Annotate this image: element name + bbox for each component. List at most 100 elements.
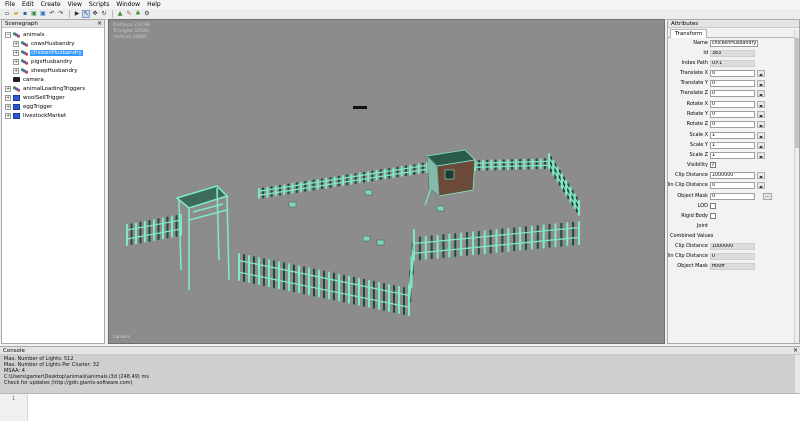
new-file-icon[interactable]: ▫ — [3, 10, 11, 18]
tree-node-pigs-husbandry[interactable]: + pigsHusbandry — [2, 57, 104, 66]
id-field: 383 — [710, 50, 755, 57]
scale-z-arrows-icon[interactable]: ◂▸ — [757, 152, 765, 159]
transform-node-icon — [21, 49, 28, 56]
attr-translate-y-label: Translate Y — [680, 80, 708, 86]
close-icon[interactable]: × — [793, 347, 798, 355]
rotate-icon[interactable]: ↻ — [100, 10, 108, 18]
tree-node-chicken-husbandry[interactable]: + chickenHusbandry — [2, 48, 104, 57]
rotate-x-field[interactable]: 0 — [710, 101, 755, 108]
attributes-title-text: Attributes — [671, 21, 699, 27]
expand-icon[interactable]: + — [13, 58, 19, 65]
attr-rigid-body-label: Rigid Body — [681, 213, 708, 219]
scale-x-field[interactable]: 1 — [710, 132, 755, 139]
terrain-icon[interactable]: ▲ — [116, 10, 124, 18]
translate-z-field[interactable]: 0 — [710, 90, 755, 97]
tree-node-animals[interactable]: − animals — [2, 30, 104, 39]
rotate-y-field[interactable]: 0 — [710, 111, 755, 118]
open-folder-icon[interactable]: ▰ — [12, 10, 20, 18]
menu-scripts[interactable]: Scripts — [89, 0, 110, 9]
attr-joint-label: Joint — [696, 223, 708, 229]
object-mask-field[interactable]: 0 — [710, 193, 755, 200]
attributes-scroll-thumb[interactable] — [795, 38, 799, 148]
import-icon[interactable]: ▣ — [30, 10, 38, 18]
menu-window[interactable]: Window — [116, 0, 140, 9]
scenegraph-panel: Scenegraph × − animals + cowsHusbandry + chic… — [1, 19, 105, 344]
save-icon[interactable]: ▪ — [21, 10, 29, 18]
3d-viewport[interactable]: Distance 233.98 Triangles 15926 Vertices… — [108, 19, 665, 344]
expand-icon[interactable]: + — [13, 67, 19, 74]
lod-checkbox[interactable] — [710, 203, 716, 209]
console-title-text: Console — [3, 348, 25, 354]
attr-combined-min-clip-distance-row: Min Clip Distance 0 — [668, 252, 792, 261]
scale-z-field[interactable]: 1 — [710, 152, 755, 159]
line-number-gutter: 1 — [0, 394, 28, 421]
tree-node-label: pigsHusbandry — [31, 58, 73, 65]
expand-icon[interactable]: + — [13, 40, 19, 47]
expand-icon[interactable]: + — [5, 94, 11, 101]
tree-node-wool-sell-trigger[interactable]: + woolSellTrigger — [2, 93, 104, 102]
tree-node-label: eggTrigger — [23, 103, 53, 110]
rigid-body-checkbox[interactable] — [710, 213, 716, 219]
menu-create[interactable]: Create — [41, 0, 61, 9]
settings-icon[interactable]: ⚙ — [143, 10, 151, 18]
export-icon[interactable]: ▣ — [39, 10, 47, 18]
expand-icon[interactable]: + — [5, 103, 11, 110]
rotate-y-arrows-icon[interactable]: ◂▸ — [757, 111, 765, 118]
feeder — [362, 235, 371, 242]
attr-name-label: Name — [693, 40, 708, 46]
tab-transform[interactable]: Transform — [670, 29, 708, 38]
object-mask-browse-button[interactable]: ... — [763, 193, 772, 200]
expand-icon[interactable]: + — [13, 49, 19, 56]
min-clip-distance-field[interactable]: 0 — [710, 182, 755, 189]
expand-icon[interactable]: + — [5, 85, 11, 92]
close-icon[interactable]: × — [97, 20, 102, 28]
rotate-z-field[interactable]: 0 — [710, 121, 755, 128]
tree-node-camera[interactable]: camera — [2, 75, 104, 84]
select-icon[interactable]: ↖ — [82, 10, 90, 18]
attr-combined-object-mask-row: Object Mask ff00ff — [668, 262, 792, 271]
redo-icon[interactable]: ↷ — [57, 10, 65, 18]
tree-node-label: animals — [23, 31, 45, 38]
translate-z-arrows-icon[interactable]: ◂▸ — [757, 90, 765, 97]
translate-y-arrows-icon[interactable]: ◂▸ — [757, 80, 765, 87]
rotate-x-arrows-icon[interactable]: ◂▸ — [757, 101, 765, 108]
script-editor[interactable]: 1 — [0, 393, 800, 421]
name-field[interactable]: chickenHusbandry — [710, 40, 758, 47]
play-icon[interactable]: ▶ — [73, 10, 81, 18]
translate-x-field[interactable]: 0 — [710, 70, 755, 77]
tree-node-livestock-market[interactable]: + livestockMarket — [2, 111, 104, 120]
translate-y-field[interactable]: 0 — [710, 80, 755, 87]
console-scrollbar[interactable] — [794, 355, 800, 394]
expand-icon[interactable]: + — [5, 112, 11, 119]
feeder — [436, 205, 445, 212]
attr-clip-distance-row: Clip Distance 1000000 ◂▸ — [668, 171, 792, 180]
fence-left — [126, 214, 182, 246]
scale-y-arrows-icon[interactable]: ◂▸ — [757, 142, 765, 149]
menu-view[interactable]: View — [68, 0, 82, 9]
visibility-checkbox[interactable]: ✓ — [710, 162, 716, 168]
tree-node-egg-trigger[interactable]: + eggTrigger — [2, 102, 104, 111]
clip-distance-arrows-icon[interactable]: ◂▸ — [757, 172, 765, 179]
attr-min-clip-distance-label: Min Clip Distance — [667, 182, 708, 188]
clip-distance-field[interactable]: 1000000 — [710, 172, 755, 179]
foliage-icon[interactable]: ♣ — [134, 10, 142, 18]
move-icon[interactable]: ✥ — [91, 10, 99, 18]
menu-help[interactable]: Help — [147, 0, 161, 9]
attr-rotate-y-row: Rotate Y 0 ◂▸ — [668, 110, 792, 119]
min-clip-distance-arrows-icon[interactable]: ◂▸ — [757, 182, 765, 189]
scale-y-field[interactable]: 1 — [710, 142, 755, 149]
console-output: Max. Number of Lights: 512 Max. Number of… — [0, 355, 800, 387]
translate-x-arrows-icon[interactable]: ◂▸ — [757, 70, 765, 77]
menu-file[interactable]: File — [5, 0, 15, 9]
rotate-z-arrows-icon[interactable]: ◂▸ — [757, 121, 765, 128]
collapse-icon[interactable]: − — [5, 31, 11, 38]
paint-icon[interactable]: ✎ — [125, 10, 133, 18]
menu-edit[interactable]: Edit — [22, 0, 34, 9]
attributes-scrollbar[interactable] — [794, 30, 799, 343]
undo-icon[interactable]: ↶ — [48, 10, 56, 18]
transform-node-icon — [21, 67, 28, 74]
tree-node-animal-loading-triggers[interactable]: + animalLoadingTriggers — [2, 84, 104, 93]
scale-x-arrows-icon[interactable]: ◂▸ — [757, 132, 765, 139]
tree-node-sheep-husbandry[interactable]: + sheepHusbandry — [2, 66, 104, 75]
tree-node-cows-husbandry[interactable]: + cowsHusbandry — [2, 39, 104, 48]
